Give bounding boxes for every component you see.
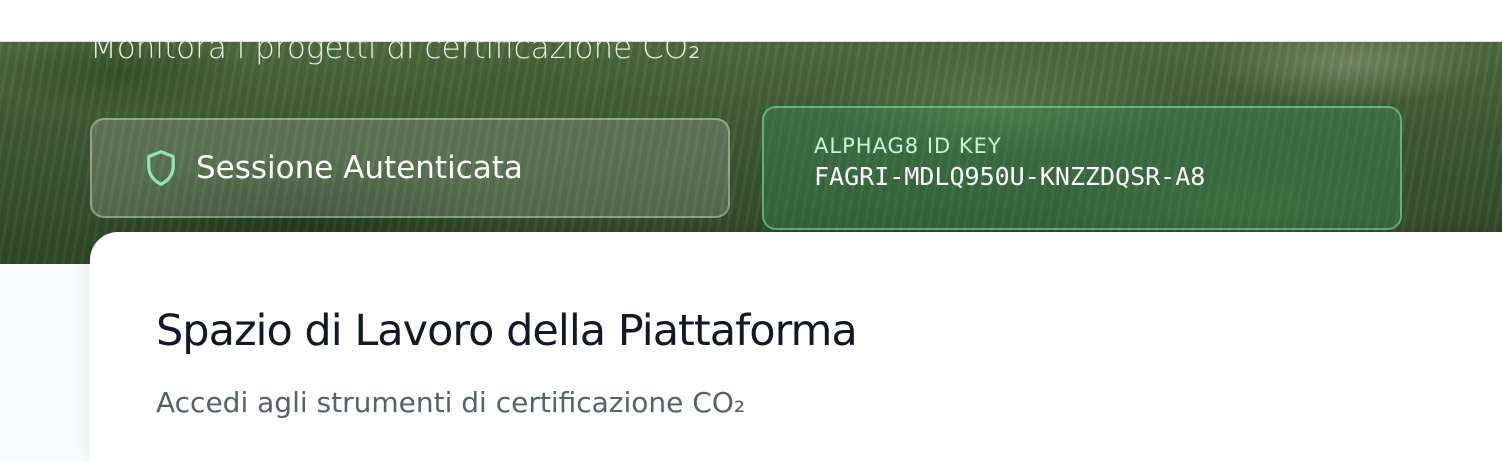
hero-banner: Monitora i progetti di certificazione CO…	[0, 42, 1502, 264]
workspace-title: Spazio di Lavoro della Piattaforma	[156, 306, 858, 356]
top-bar	[0, 0, 1502, 42]
id-key-value: FAGRI-MDLQ950U-KNZZDQSR-A8	[814, 162, 1206, 191]
auth-status-label: Sessione Autenticata	[196, 150, 523, 186]
shield-icon	[147, 150, 175, 186]
hero-subtitle: Monitora i progetti di certificazione CO…	[90, 42, 701, 66]
workspace-subtitle: Accedi agli strumenti di certificazione …	[156, 386, 746, 419]
id-key-label: ALPHAG8 ID KEY	[814, 134, 1002, 158]
auth-status-card: Sessione Autenticata	[90, 118, 730, 218]
workspace-panel: Spazio di Lavoro della Piattaforma Acced…	[90, 232, 1502, 462]
id-key-card: ALPHAG8 ID KEY FAGRI-MDLQ950U-KNZZDQSR-A…	[762, 106, 1402, 230]
